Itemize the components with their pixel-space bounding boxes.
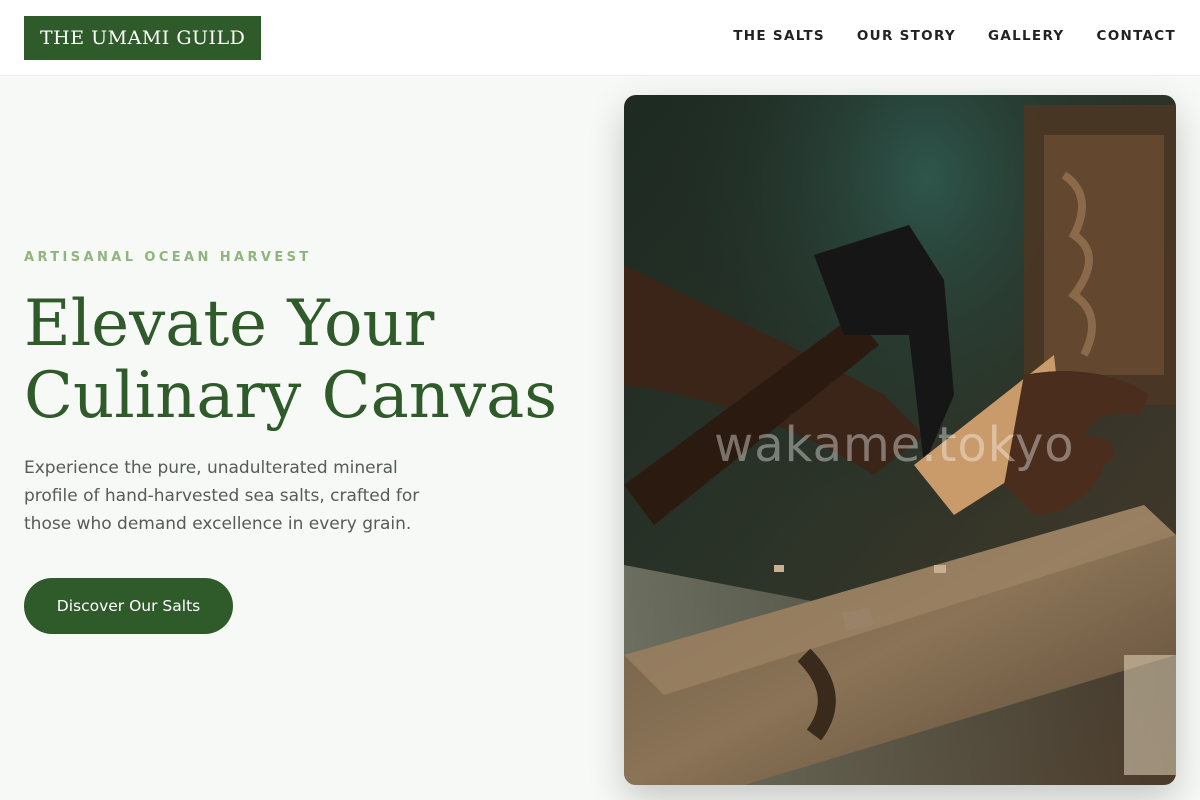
hero-description: Experience the pure, unadulterated miner… bbox=[24, 458, 420, 534]
hero-headline: Elevate Your Culinary Canvas bbox=[24, 288, 604, 432]
nav-link-our-story[interactable]: OUR STORY bbox=[857, 28, 956, 44]
site-logo[interactable]: THE UMAMI GUILD bbox=[24, 16, 262, 60]
nav-link-the-salts[interactable]: THE SALTS bbox=[733, 28, 825, 44]
hero-eyebrow: ARTISANAL OCEAN HARVEST bbox=[24, 250, 312, 265]
site-header: THE UMAMI GUILD THE SALTS OUR STORY GALL… bbox=[0, 0, 1200, 76]
image-watermark: wakame.tokyo bbox=[714, 417, 1075, 473]
hero-headline-line-2: Culinary Canvas bbox=[24, 359, 558, 433]
hero-headline-line-1: Elevate Your bbox=[24, 287, 435, 361]
main-nav: THE SALTS OUR STORY GALLERY CONTACT bbox=[733, 28, 1176, 44]
nav-link-contact[interactable]: CONTACT bbox=[1096, 28, 1176, 44]
hero-photo-woodcarving: wakame.tokyo bbox=[624, 95, 1176, 785]
discover-salts-button[interactable]: Discover Our Salts bbox=[24, 578, 233, 634]
nav-link-gallery[interactable]: GALLERY bbox=[988, 28, 1065, 44]
